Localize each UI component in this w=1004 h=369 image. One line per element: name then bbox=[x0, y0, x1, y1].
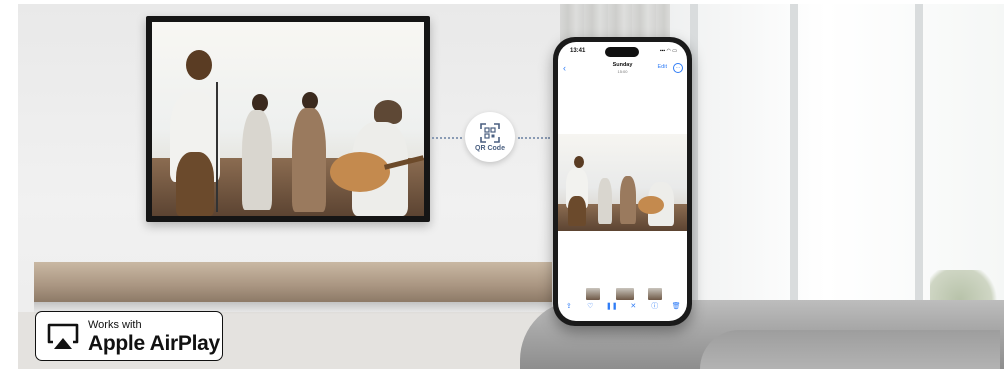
window-frame bbox=[915, 4, 923, 334]
guitar-mini bbox=[638, 196, 664, 214]
trash-icon[interactable]: 🗑 bbox=[670, 302, 682, 310]
edit-button[interactable]: Edit bbox=[658, 64, 667, 70]
phone-photo-view[interactable] bbox=[558, 134, 687, 231]
qr-code-badge: QR Code bbox=[465, 112, 515, 162]
window-frame bbox=[790, 4, 798, 334]
info-icon[interactable]: ⓘ bbox=[649, 301, 661, 311]
guitarist-hat bbox=[374, 100, 402, 124]
photos-nav-bar: ‹ Sunday 15:00 Edit ··· bbox=[558, 60, 687, 78]
qr-code-icon bbox=[480, 122, 500, 143]
qr-code-label: QR Code bbox=[475, 144, 505, 152]
photo-time-subtitle: 15:00 bbox=[617, 69, 628, 74]
tv-screen bbox=[152, 22, 424, 216]
works-with-airplay-badge: Works with Apple AirPlay bbox=[35, 311, 223, 361]
airplay-icon bbox=[47, 323, 79, 349]
phone-screen: 13:41 ▪▪▪ ◠ ▭ ‹ Sunday 15:00 Edit ··· ⇪ … bbox=[558, 42, 687, 321]
share-icon[interactable]: ⇪ bbox=[563, 302, 575, 310]
airplay-works-with: Works with bbox=[88, 319, 142, 331]
singer-skirt-mini bbox=[568, 196, 586, 226]
band-member-mini bbox=[598, 178, 612, 224]
status-icons: ▪▪▪ ◠ ▭ bbox=[659, 48, 677, 54]
photo-date-title: Sunday bbox=[612, 62, 633, 68]
product-hero-scene: QR Code 13:41 ▪▪▪ ◠ ▭ ‹ Sunday 15:00 Edi… bbox=[0, 0, 1004, 369]
mic-stand bbox=[216, 82, 218, 212]
status-time: 13:41 bbox=[570, 48, 586, 54]
tv-shelf bbox=[34, 262, 552, 302]
more-options-icon[interactable]: ··· bbox=[673, 63, 683, 73]
band-member bbox=[242, 110, 272, 210]
connector-line-left bbox=[432, 137, 462, 139]
airplay-title: Apple AirPlay bbox=[88, 332, 220, 355]
television bbox=[146, 16, 430, 222]
smartphone: 13:41 ▪▪▪ ◠ ▭ ‹ Sunday 15:00 Edit ··· ⇪ … bbox=[553, 37, 692, 326]
dynamic-island bbox=[605, 47, 639, 57]
singer-head bbox=[186, 50, 212, 80]
photo-toolbar: ⇪ ♡ ❚❚ ✕ ⓘ 🗑 bbox=[558, 299, 687, 313]
guitar bbox=[330, 152, 390, 192]
singer-skirt bbox=[176, 152, 214, 216]
connector-line-right bbox=[518, 137, 550, 139]
singer-head-mini bbox=[574, 156, 584, 168]
bed-fold bbox=[700, 330, 1000, 369]
mute-icon[interactable]: ✕ bbox=[627, 302, 639, 310]
band-member-mini bbox=[620, 176, 636, 224]
pause-icon[interactable]: ❚❚ bbox=[606, 302, 618, 310]
band-member bbox=[292, 108, 326, 212]
heart-icon[interactable]: ♡ bbox=[584, 302, 596, 310]
